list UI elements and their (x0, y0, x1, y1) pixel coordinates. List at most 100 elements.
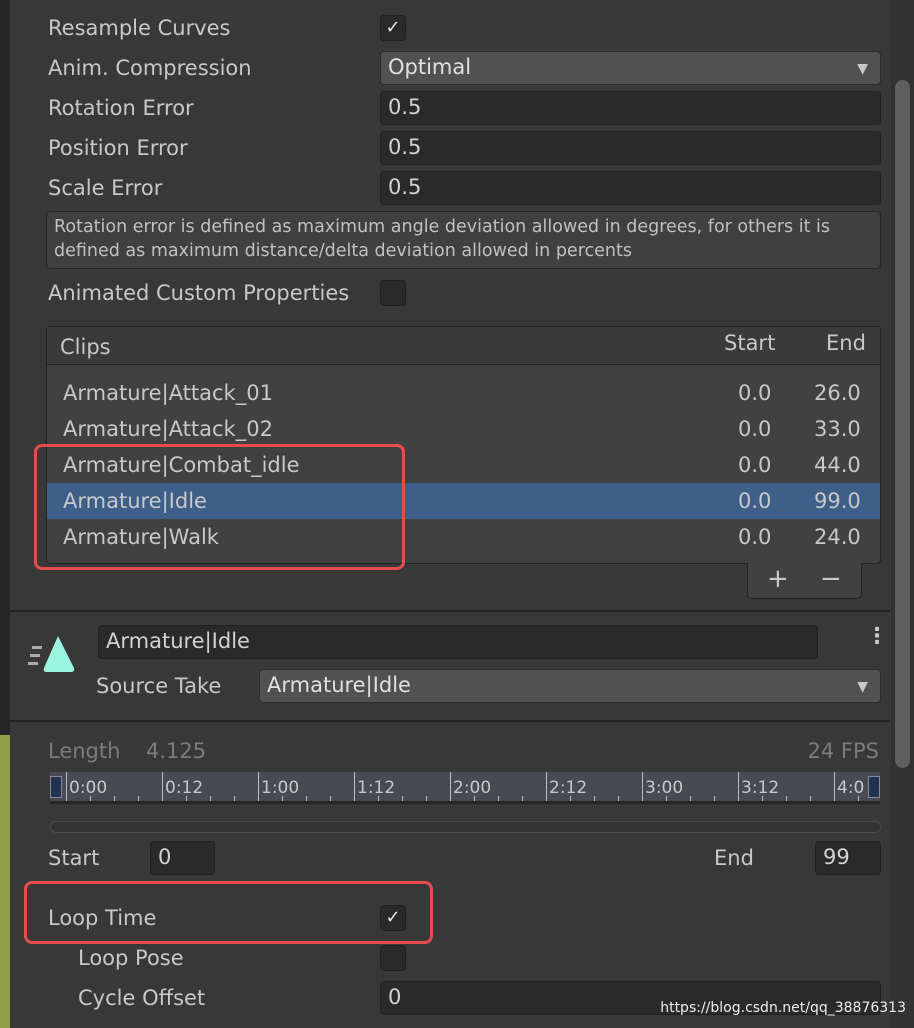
anim-compression-label: Anim. Compression (48, 56, 252, 80)
clips-header-end: End (826, 331, 866, 355)
timeline-minor-tick (282, 796, 283, 801)
timeline-tick (642, 772, 643, 801)
clips-header-name: Clips (60, 335, 111, 359)
remove-clip-button[interactable]: − (820, 564, 842, 594)
timeline-tick-label: 0:12 (165, 778, 204, 798)
more-options-icon[interactable]: ⋮ (866, 624, 888, 649)
chevron-down-icon: ▼ (857, 61, 868, 77)
loop-pose-checkbox[interactable] (380, 945, 406, 971)
anim-compression-value: Optimal (388, 55, 472, 79)
start-input[interactable]: 0 (150, 841, 215, 875)
timeline-tick-label: 0:00 (69, 778, 108, 798)
clip-start: 0.0 (738, 417, 772, 441)
clip-name-input[interactable]: Armature|Idle (98, 625, 818, 659)
timeline-tick-label: 2:12 (549, 778, 588, 798)
timeline[interactable]: 0:00 0:12 1:00 1:12 2:00 2:12 3:00 3:12 4:0 (50, 772, 880, 804)
length-label: Length (48, 739, 121, 763)
timeline-minor-tick (426, 796, 427, 801)
timeline-minor-tick (234, 796, 235, 801)
clip-end: 99.0 (814, 489, 861, 513)
scale-error-input[interactable]: 0.5 (380, 171, 881, 205)
resample-curves-checkbox[interactable]: ✓ (380, 15, 406, 41)
timeline-minor-tick (858, 796, 859, 801)
end-input[interactable]: 99 (815, 841, 881, 875)
animation-clip-icon (28, 632, 82, 674)
clip-row[interactable]: Armature|Attack_01 0.0 26.0 (47, 375, 880, 411)
timeline-scrollbar[interactable] (50, 821, 881, 833)
position-error-label: Position Error (48, 136, 188, 160)
timeline-minor-tick (378, 796, 379, 801)
add-clip-button[interactable]: + (767, 564, 789, 594)
left-strip-scene (0, 735, 10, 1028)
timeline-minor-tick (498, 796, 499, 801)
watermark: https://blog.csdn.net/qq_38876313 (660, 1000, 906, 1016)
rotation-error-label: Rotation Error (48, 96, 194, 120)
animated-custom-properties-checkbox[interactable] (380, 280, 406, 306)
timeline-minor-tick (714, 796, 715, 801)
clips-header: Clips Start End (47, 327, 880, 365)
clip-end: 24.0 (814, 525, 861, 549)
timeline-tick-label: 3:12 (741, 778, 780, 798)
clip-end: 44.0 (814, 453, 861, 477)
timeline-tick (546, 772, 547, 801)
timeline-minor-tick (186, 796, 187, 801)
clip-end: 33.0 (814, 417, 861, 441)
timeline-minor-tick (666, 796, 667, 801)
clip-start: 0.0 (738, 381, 772, 405)
end-label: End (714, 846, 754, 870)
timeline-minor-tick (762, 796, 763, 801)
timeline-tick-label: 4:0 (837, 778, 865, 798)
position-error-input[interactable]: 0.5 (380, 131, 881, 165)
timeline-minor-tick (786, 796, 787, 801)
clips-header-start: Start (724, 331, 776, 355)
clips-footer: + − (747, 563, 862, 599)
timeline-minor-tick (306, 796, 307, 801)
clip-end: 26.0 (814, 381, 861, 405)
chevron-down-icon: ▼ (857, 679, 868, 695)
clip-row[interactable]: Armature|Attack_02 0.0 33.0 (47, 411, 880, 447)
timeline-tick (738, 772, 739, 801)
start-label: Start (48, 846, 100, 870)
clip-start: 0.0 (738, 453, 772, 477)
timeline-minor-tick (114, 796, 115, 801)
anim-compression-dropdown[interactable]: Optimal ▼ (380, 51, 881, 85)
loop-pose-label: Loop Pose (78, 946, 184, 970)
clip-name: Armature|Attack_02 (63, 417, 273, 441)
timeline-tick-label: 2:00 (453, 778, 492, 798)
timeline-tick-label: 3:00 (645, 778, 684, 798)
help-box: Rotation error is defined as maximum ang… (46, 211, 881, 269)
clip-start: 0.0 (738, 525, 772, 549)
source-take-dropdown[interactable]: Armature|Idle ▼ (259, 669, 881, 703)
clip-start: 0.0 (738, 489, 772, 513)
rotation-error-input[interactable]: 0.5 (380, 91, 881, 125)
timeline-minor-tick (474, 796, 475, 801)
timeline-minor-tick (210, 796, 211, 801)
highlight-clips (34, 444, 405, 570)
length-value: 4.125 (146, 739, 207, 763)
timeline-tick (354, 772, 355, 801)
highlight-loop-time (24, 881, 433, 944)
timeline-minor-tick (690, 796, 691, 801)
timeline-minor-tick (618, 796, 619, 801)
timeline-minor-tick (570, 796, 571, 801)
timeline-tick-label: 1:00 (261, 778, 300, 798)
fps-value: 24 FPS (807, 739, 879, 763)
timeline-tick-label: 1:12 (357, 778, 396, 798)
timeline-tick (258, 772, 259, 801)
timeline-tick (450, 772, 451, 801)
timeline-tick (162, 772, 163, 801)
timeline-minor-tick (90, 796, 91, 801)
timeline-minor-tick (522, 796, 523, 801)
clip-name: Armature|Attack_01 (63, 381, 273, 405)
cycle-offset-label: Cycle Offset (78, 986, 206, 1010)
scrollbar-thumb[interactable] (895, 80, 910, 768)
timeline-minor-tick (810, 796, 811, 801)
resample-curves-label: Resample Curves (48, 16, 231, 40)
timeline-minor-tick (402, 796, 403, 801)
end-marker-handle[interactable] (868, 776, 880, 798)
timeline-tick (66, 772, 67, 801)
scale-error-label: Scale Error (48, 176, 163, 200)
timeline-minor-tick (138, 796, 139, 801)
start-marker-handle[interactable] (50, 776, 62, 798)
timeline-tick (834, 772, 835, 801)
